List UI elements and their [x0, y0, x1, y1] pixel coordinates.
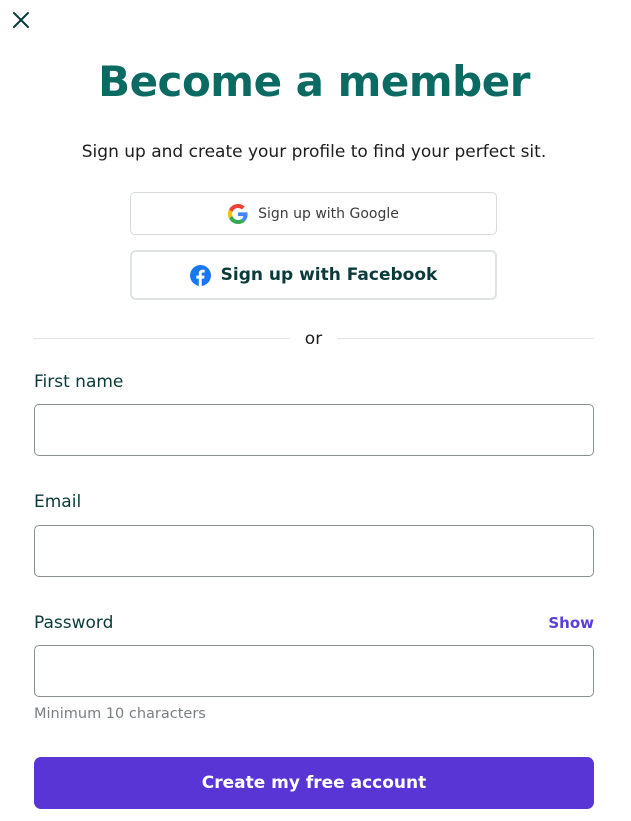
- close-button[interactable]: [10, 9, 32, 31]
- google-icon: [228, 203, 248, 224]
- password-input[interactable]: [34, 645, 594, 697]
- google-signup-label: Sign up with Google: [258, 205, 399, 222]
- facebook-icon: [189, 264, 211, 286]
- password-hint: Minimum 10 characters: [34, 706, 206, 722]
- facebook-signup-button[interactable]: Sign up with Facebook: [130, 250, 497, 300]
- first-name-input[interactable]: [34, 404, 594, 456]
- page-title: Become a member: [98, 57, 530, 106]
- show-password-toggle[interactable]: Show: [548, 613, 594, 633]
- page-subtitle: Sign up and create your profile to find …: [81, 142, 547, 162]
- email-label: Email: [34, 492, 82, 512]
- google-signup-button[interactable]: Sign up with Google: [130, 192, 497, 235]
- password-label: Password: [34, 613, 114, 633]
- signup-modal: Become a member Sign up and create your …: [0, 0, 631, 821]
- first-name-label: First name: [34, 372, 124, 392]
- divider-text: or: [304, 329, 323, 349]
- email-input[interactable]: [34, 525, 594, 577]
- facebook-signup-label: Sign up with Facebook: [220, 265, 438, 285]
- divider-line: [337, 338, 594, 339]
- create-account-button[interactable]: Create my free account: [34, 757, 594, 809]
- divider-line: [33, 338, 290, 339]
- close-icon: [13, 12, 29, 28]
